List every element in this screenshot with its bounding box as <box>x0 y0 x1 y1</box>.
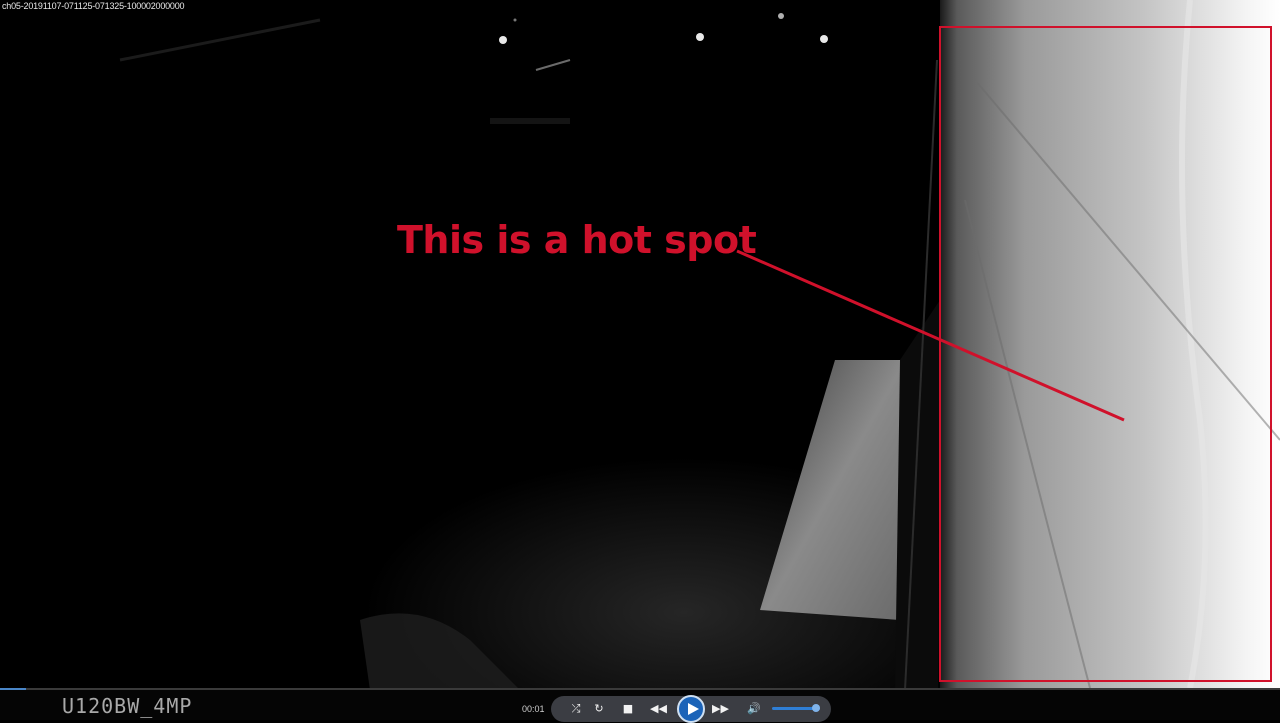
shuffle-icon[interactable]: ⤮ <box>568 701 584 717</box>
seek-bar[interactable] <box>0 688 1280 690</box>
hotspot-highlight-box <box>939 26 1272 682</box>
play-button[interactable] <box>677 695 705 723</box>
stop-icon[interactable]: ■ <box>620 701 636 717</box>
street-light <box>499 36 507 44</box>
camera-model-label: U120BW_4MP <box>62 694 193 718</box>
video-filename: ch05-20191107-071125-071325-100002000000 <box>2 1 185 11</box>
hotspot-annotation: This is a hot spot <box>397 218 757 262</box>
seek-progress <box>0 688 26 690</box>
volume-icon[interactable]: 🔊 <box>746 701 762 717</box>
fast-forward-icon[interactable]: ▶▶ <box>712 701 729 717</box>
play-icon <box>688 703 699 715</box>
elapsed-time: 00:01 <box>522 704 545 714</box>
street-light <box>820 35 828 43</box>
loop-icon[interactable]: ↻ <box>591 701 607 717</box>
street-light <box>696 33 704 41</box>
rewind-icon[interactable]: ◀◀ <box>650 701 667 717</box>
volume-slider[interactable] <box>772 704 821 712</box>
